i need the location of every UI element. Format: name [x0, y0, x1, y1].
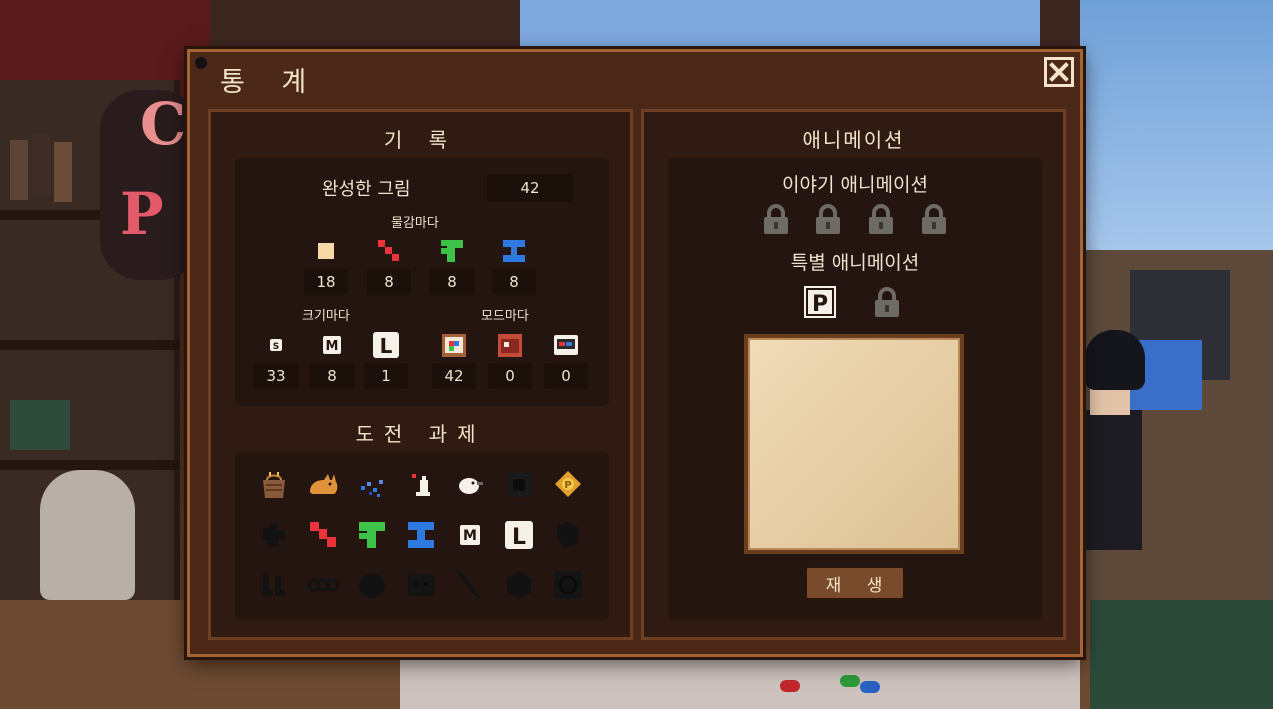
animation-preview-canvas — [744, 334, 964, 554]
play-button[interactable]: 재 생 — [805, 566, 905, 600]
achievements-box: P M L — [235, 452, 609, 620]
character-body — [1082, 410, 1142, 550]
locked-brush-achievement-icon[interactable] — [453, 568, 487, 602]
locked-shape-achievement-icon[interactable] — [551, 518, 585, 552]
locked-hexagon-achievement-icon[interactable] — [502, 568, 536, 602]
dialog-title: 통 계 — [220, 67, 321, 98]
per-mode-value: 0 — [544, 363, 588, 389]
paint-spot — [840, 675, 860, 687]
paint-spot — [860, 681, 880, 693]
animations-box: 이야기 애니메이션 특별 애니메이션 P 재 생 — [668, 158, 1042, 620]
per-size-value: 33 — [254, 363, 298, 389]
animations-panel: 애니메이션 이야기 애니메이션 특별 애니메이션 P 재 생 — [641, 109, 1066, 640]
paint-spot — [780, 680, 800, 692]
large-size-icon: L — [372, 331, 400, 359]
screen-mode-icon — [552, 331, 580, 359]
logo-letter: C — [140, 90, 187, 158]
figure-achievement-icon[interactable] — [404, 468, 438, 502]
per-piece-value: 8 — [430, 269, 474, 295]
animations-heading: 애니메이션 — [802, 128, 905, 152]
blue-piece-achievement-icon[interactable] — [404, 518, 438, 552]
per-mode-value: 0 — [488, 363, 532, 389]
per-mode-value: 42 — [432, 363, 476, 389]
paint-splatter-achievement-icon[interactable] — [355, 468, 389, 502]
special-animation-p-button[interactable]: P — [803, 285, 837, 319]
svg-text:M: M — [326, 339, 339, 354]
pin-dot — [195, 57, 207, 69]
floor-canvas — [400, 655, 1080, 709]
records-box: 완성한 그림 42 물감마다 18 8 8 8 크기마다 모드마다 S M L … — [235, 158, 609, 406]
game-logo-sign: C P — [100, 90, 200, 280]
white-bird-achievement-icon[interactable] — [453, 468, 487, 502]
records-panel: 기 록 완성한 그림 42 물감마다 18 8 8 8 크기마다 모드마다 S … — [208, 109, 633, 640]
lock-icon[interactable] — [872, 287, 902, 319]
shelf-board — [0, 340, 180, 350]
cutting-mat — [1090, 600, 1273, 709]
sky-window — [1080, 0, 1273, 260]
plaster-bust — [40, 470, 135, 600]
per-piece-value: 18 — [304, 269, 348, 295]
svg-text:S: S — [273, 342, 279, 352]
lock-icon[interactable] — [919, 204, 949, 236]
locked-chain-achievement-icon[interactable] — [306, 568, 340, 602]
book — [54, 142, 72, 202]
gold-badge-achievement-icon[interactable]: P — [551, 468, 585, 502]
close-button[interactable] — [1044, 57, 1074, 87]
medium-size-achievement-icon[interactable]: M — [453, 518, 487, 552]
logo-letter: P — [120, 180, 164, 248]
per-size-value: 8 — [310, 363, 354, 389]
cat-achievement-icon[interactable] — [306, 468, 340, 502]
statistics-dialog: 통 계 기 록 완성한 그림 42 물감마다 18 8 8 8 크기마다 모드마… — [187, 49, 1083, 657]
per-piece-value: 8 — [367, 269, 411, 295]
per-piece-label: 물감마다 — [391, 216, 439, 231]
square-piece-icon — [312, 237, 340, 265]
blue-z-piece-icon — [500, 237, 528, 265]
per-mode-label: 모드마다 — [481, 309, 529, 324]
locked-stone-achievement-icon[interactable] — [355, 568, 389, 602]
completed-value: 42 — [487, 174, 573, 202]
locked-swirl-achievement-icon[interactable] — [551, 568, 585, 602]
book — [10, 140, 28, 200]
records-heading: 기 록 — [383, 128, 458, 152]
red-board-mode-icon — [496, 331, 524, 359]
special-animation-label: 특별 애니메이션 — [790, 252, 920, 274]
per-piece-value: 8 — [492, 269, 536, 295]
svg-text:L: L — [380, 334, 393, 358]
red-piece-achievement-icon[interactable] — [306, 518, 340, 552]
lock-icon[interactable] — [813, 204, 843, 236]
achievements-heading: 도전 과제 — [355, 422, 486, 446]
svg-text:P: P — [812, 292, 828, 317]
locked-eyes-achievement-icon[interactable] — [404, 568, 438, 602]
easel-mode-icon — [440, 331, 468, 359]
book — [32, 135, 50, 195]
locked-blob-achievement-icon[interactable] — [257, 518, 291, 552]
green-tetromino-icon — [438, 237, 466, 265]
lock-icon[interactable] — [866, 204, 896, 236]
green-piece-achievement-icon[interactable] — [355, 518, 389, 552]
close-icon — [1049, 62, 1069, 82]
svg-text:L: L — [512, 525, 526, 550]
completed-label: 완성한 그림 — [322, 179, 411, 200]
red-diagonal-piece-icon — [375, 237, 403, 265]
locked-boots-achievement-icon[interactable] — [257, 568, 291, 602]
character-hair — [1085, 330, 1145, 390]
medium-size-icon: M — [318, 331, 346, 359]
svg-text:M: M — [463, 528, 477, 544]
shelf-board — [0, 460, 180, 470]
per-size-label: 크기마다 — [302, 309, 350, 324]
small-size-icon: S — [262, 331, 290, 359]
box — [10, 400, 70, 450]
basket-achievement-icon[interactable] — [257, 468, 291, 502]
locked-box-achievement-icon[interactable] — [502, 468, 536, 502]
per-size-value: 1 — [364, 363, 408, 389]
story-animation-label: 이야기 애니메이션 — [782, 174, 928, 196]
p-badge-icon: P — [804, 286, 836, 318]
large-size-achievement-icon[interactable]: L — [502, 518, 536, 552]
svg-text:P: P — [564, 480, 571, 491]
lock-icon[interactable] — [761, 204, 791, 236]
